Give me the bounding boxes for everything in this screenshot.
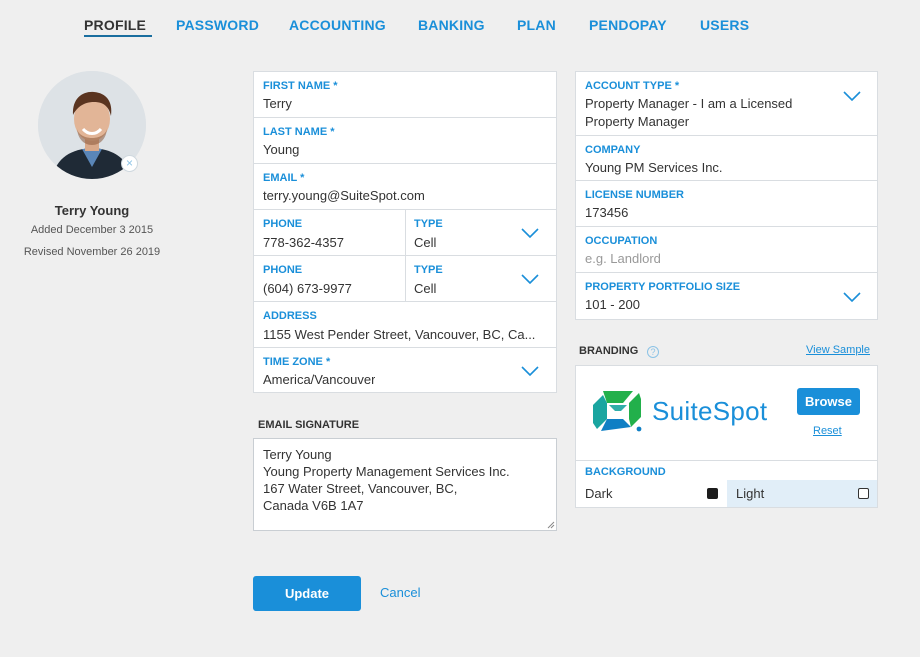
phone-1-type-value[interactable]: Cell [414, 235, 436, 250]
phone-2-value[interactable]: (604) 673-9977 [263, 281, 352, 296]
background-option-label: Dark [585, 486, 613, 501]
occupation-placeholder[interactable]: e.g. Landlord [585, 251, 661, 266]
tab-accounting[interactable]: ACCOUNTING [289, 17, 386, 33]
added-date: Added December 3 2015 [30, 224, 154, 236]
phone-row-1: PHONE 778-362-4357 TYPE Cell [254, 210, 556, 256]
phone-2-label: PHONE [263, 264, 303, 276]
phone-row-2: PHONE (604) 673-9977 TYPE Cell [254, 256, 556, 302]
license-number-label: LICENSE NUMBER [585, 189, 685, 201]
account-type-value-cont[interactable]: Property Manager [585, 114, 689, 129]
email-signature-textarea[interactable]: Terry Young Young Property Management Se… [253, 438, 557, 531]
email-label: EMAIL * [263, 172, 305, 184]
license-number-field[interactable]: LICENSE NUMBER 173456 [576, 181, 877, 227]
tab-profile[interactable]: PROFILE [84, 17, 153, 37]
chevron-down-icon[interactable] [521, 228, 539, 238]
revised-date: Revised November 26 2019 [23, 246, 161, 258]
address-field[interactable]: ADDRESS 1155 West Pender Street, Vancouv… [254, 302, 556, 348]
address-label: ADDRESS [263, 310, 317, 322]
time-zone-label: TIME ZONE * [263, 356, 331, 368]
time-zone-value[interactable]: America/Vancouver [263, 372, 375, 387]
email-signature-label: EMAIL SIGNATURE [258, 419, 360, 431]
account-type-value[interactable]: Property Manager - I am a Licensed [585, 96, 792, 111]
view-sample-link[interactable]: View Sample [806, 344, 870, 356]
reset-link[interactable]: Reset [813, 425, 842, 437]
chevron-down-icon[interactable] [843, 91, 861, 101]
phone-2-type-label: TYPE [414, 264, 443, 276]
chevron-down-icon[interactable] [521, 274, 539, 284]
account-type-select[interactable]: ACCOUNT TYPE * Property Manager - I am a… [576, 72, 877, 136]
dark-swatch-icon [707, 488, 718, 499]
personal-info-card: FIRST NAME * Terry LAST NAME * Young EMA… [253, 71, 557, 393]
company-field[interactable]: COMPANY Young PM Services Inc. [576, 136, 877, 181]
background-option-light[interactable]: Light [727, 480, 877, 507]
business-info-card: ACCOUNT TYPE * Property Manager - I am a… [575, 71, 878, 320]
tab-pendopay[interactable]: PENDOPAY [589, 17, 667, 33]
phone-1-label: PHONE [263, 218, 303, 230]
first-name-value[interactable]: Terry [263, 96, 292, 111]
divider [576, 460, 877, 461]
email-field[interactable]: EMAIL * terry.young@SuiteSpot.com [254, 164, 556, 210]
branding-label: BRANDING [579, 345, 639, 357]
background-option-label: Light [736, 486, 765, 501]
company-label: COMPANY [585, 144, 641, 156]
last-name-label: LAST NAME * [263, 126, 335, 138]
suitespot-logo-text: SuiteSpot [652, 396, 768, 426]
resize-handle-icon[interactable] [547, 521, 555, 529]
phone-1-value[interactable]: 778-362-4357 [263, 235, 344, 250]
occupation-field[interactable]: OCCUPATION e.g. Landlord [576, 227, 877, 273]
last-name-field[interactable]: LAST NAME * Young [254, 118, 556, 164]
help-icon[interactable]: ? [647, 346, 659, 358]
first-name-field[interactable]: FIRST NAME * Terry [254, 72, 556, 118]
suitespot-logo-icon [593, 391, 642, 432]
divider [405, 256, 406, 302]
signature-line: Young Property Management Services Inc. [263, 464, 510, 479]
portfolio-size-value[interactable]: 101 - 200 [585, 297, 640, 312]
browse-button[interactable]: Browse [797, 388, 860, 415]
company-value[interactable]: Young PM Services Inc. [585, 160, 723, 175]
user-name: Terry Young [54, 203, 130, 218]
first-name-label: FIRST NAME * [263, 80, 338, 92]
light-swatch-icon [858, 488, 869, 499]
tab-password[interactable]: PASSWORD [176, 17, 259, 33]
license-number-value[interactable]: 173456 [585, 205, 628, 220]
tab-users[interactable]: USERS [700, 17, 749, 33]
chevron-down-icon[interactable] [843, 292, 861, 302]
cancel-button[interactable]: Cancel [380, 585, 420, 600]
signature-line: Terry Young [263, 447, 332, 462]
address-value[interactable]: 1155 West Pender Street, Vancouver, BC, … [263, 327, 549, 342]
last-name-value[interactable]: Young [263, 142, 299, 157]
phone-1-type-label: TYPE [414, 218, 443, 230]
email-value[interactable]: terry.young@SuiteSpot.com [263, 188, 425, 203]
tab-banking[interactable]: BANKING [418, 17, 485, 33]
portfolio-size-select[interactable]: PROPERTY PORTFOLIO SIZE 101 - 200 [576, 273, 877, 319]
phone-2-type-value[interactable]: Cell [414, 281, 436, 296]
account-type-label: ACCOUNT TYPE * [585, 80, 680, 92]
tab-plan[interactable]: PLAN [517, 17, 556, 33]
occupation-label: OCCUPATION [585, 235, 658, 247]
signature-line: 167 Water Street, Vancouver, BC, [263, 481, 458, 496]
background-option-dark[interactable]: Dark [576, 480, 727, 507]
background-label: BACKGROUND [585, 466, 666, 478]
signature-line: Canada V6B 1A7 [263, 498, 364, 513]
divider [405, 210, 406, 256]
update-button[interactable]: Update [253, 576, 361, 611]
portfolio-size-label: PROPERTY PORTFOLIO SIZE [585, 281, 741, 293]
chevron-down-icon[interactable] [521, 366, 539, 376]
time-zone-select[interactable]: TIME ZONE * America/Vancouver [254, 348, 556, 392]
remove-photo-icon[interactable]: × [121, 155, 138, 172]
